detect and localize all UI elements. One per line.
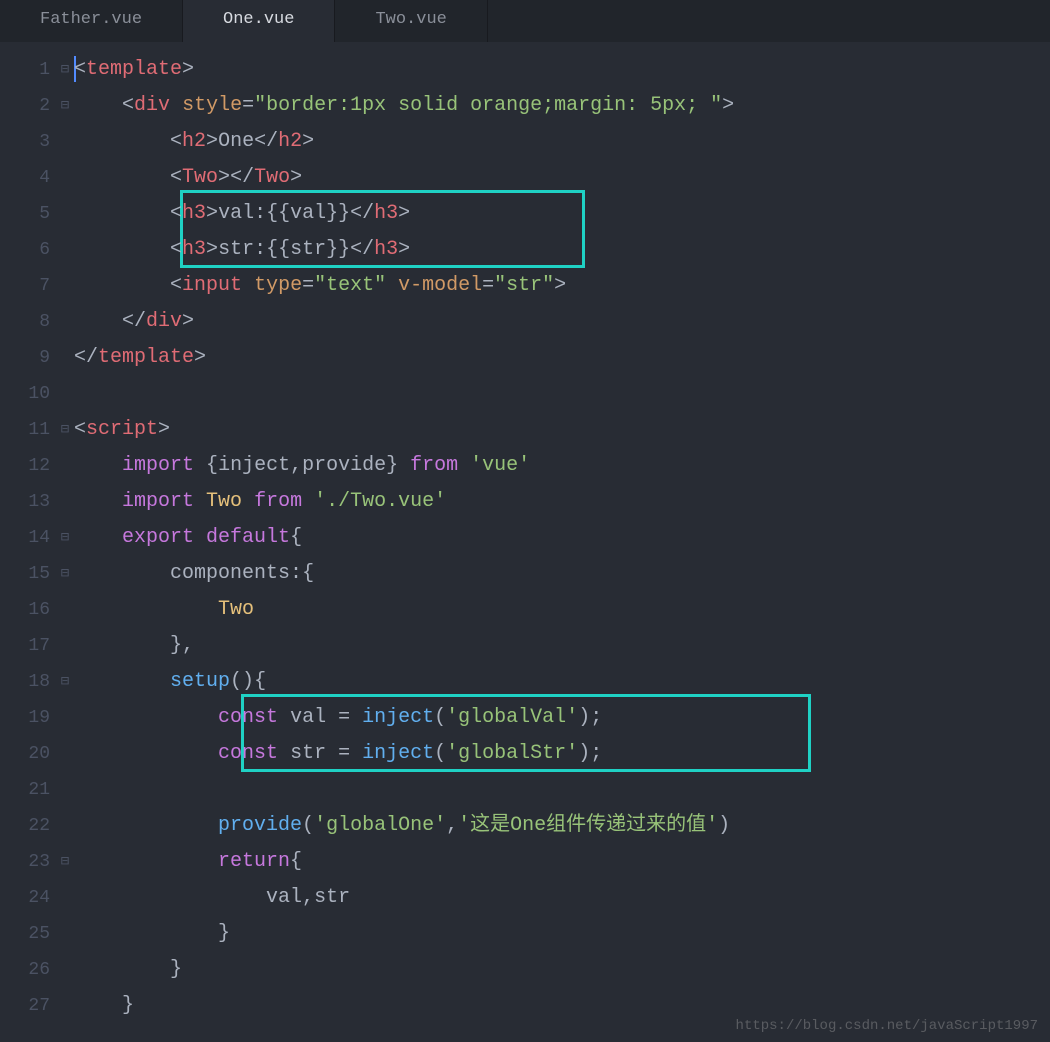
- tab-bar: Father.vue One.vue Two.vue: [0, 0, 1050, 42]
- code-line: <h2>One</h2>: [74, 124, 1050, 160]
- watermark-text: https://blog.csdn.net/javaScript1997: [736, 1018, 1038, 1034]
- code-line: setup(){: [74, 664, 1050, 700]
- code-line: import Two from './Two.vue': [74, 484, 1050, 520]
- code-line: },: [74, 628, 1050, 664]
- code-line: <Two></Two>: [74, 160, 1050, 196]
- code-area[interactable]: <template> <div style="border:1px solid …: [74, 42, 1050, 1024]
- line-number-gutter: 1 2 3 4 5 6 7 8 9 10 11 12 13 14 15 16 1…: [0, 42, 56, 1024]
- code-line: <h3>val:{{val}}</h3>: [74, 196, 1050, 232]
- fold-icon[interactable]: ⊟: [56, 412, 74, 448]
- fold-icon[interactable]: ⊟: [56, 52, 74, 88]
- fold-icon[interactable]: ⊟: [56, 844, 74, 880]
- code-line: }: [74, 916, 1050, 952]
- code-line: [74, 376, 1050, 412]
- code-line: Two: [74, 592, 1050, 628]
- code-line: </template>: [74, 340, 1050, 376]
- code-line: [74, 772, 1050, 808]
- tab-one[interactable]: One.vue: [183, 0, 335, 42]
- code-line: provide('globalOne','这是One组件传递过来的值'): [74, 808, 1050, 844]
- code-line: </div>: [74, 304, 1050, 340]
- code-line: import {inject,provide} from 'vue': [74, 448, 1050, 484]
- code-line: <script>: [74, 412, 1050, 448]
- code-line: return{: [74, 844, 1050, 880]
- code-line: const val = inject('globalVal');: [74, 700, 1050, 736]
- code-line: <input type="text" v-model="str">: [74, 268, 1050, 304]
- code-line: <h3>str:{{str}}</h3>: [74, 232, 1050, 268]
- code-line: <template>: [74, 52, 1050, 88]
- fold-icon[interactable]: ⊟: [56, 664, 74, 700]
- fold-icon[interactable]: ⊟: [56, 556, 74, 592]
- code-line: <div style="border:1px solid orange;marg…: [74, 88, 1050, 124]
- fold-icon[interactable]: ⊟: [56, 520, 74, 556]
- code-line: }: [74, 952, 1050, 988]
- fold-icon[interactable]: ⊟: [56, 88, 74, 124]
- tab-father[interactable]: Father.vue: [0, 0, 183, 42]
- code-line: components:{: [74, 556, 1050, 592]
- code-line: const str = inject('globalStr');: [74, 736, 1050, 772]
- code-line: val,str: [74, 880, 1050, 916]
- fold-gutter: ⊟ ⊟ ⊟ ⊟ ⊟ ⊟ ⊟: [56, 42, 74, 1024]
- tab-two[interactable]: Two.vue: [335, 0, 487, 42]
- code-line: export default{: [74, 520, 1050, 556]
- code-editor[interactable]: 1 2 3 4 5 6 7 8 9 10 11 12 13 14 15 16 1…: [0, 42, 1050, 1024]
